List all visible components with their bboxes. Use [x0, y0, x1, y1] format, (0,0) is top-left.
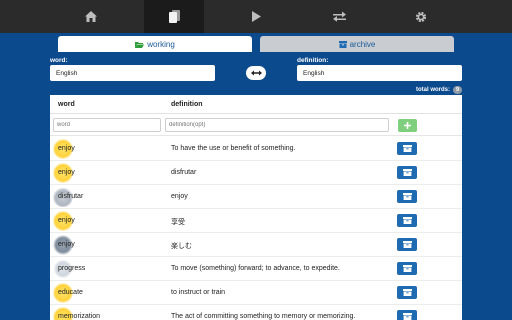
row-word: educate — [58, 289, 83, 296]
tab-working[interactable]: working — [58, 36, 252, 52]
tab-archive-label: archive — [349, 39, 376, 49]
archive-box-icon — [402, 145, 412, 152]
word-language-label: word: — [50, 57, 68, 64]
top-nav-bar — [0, 0, 512, 33]
nav-cards-button[interactable] — [144, 0, 204, 33]
tab-archive[interactable]: archive — [260, 36, 454, 52]
archive-word-button[interactable] — [397, 310, 417, 320]
archive-word-button[interactable] — [397, 190, 417, 203]
archive-word-button[interactable] — [397, 142, 417, 155]
row-word: enjoy — [58, 217, 75, 224]
row-word: enjoy — [58, 145, 75, 152]
row-word: enjoy — [58, 169, 75, 176]
archive-box-icon — [402, 265, 412, 272]
table-row[interactable]: enjoy To have the use or benefit of somet… — [50, 137, 462, 161]
nav-swap-button[interactable] — [309, 0, 369, 33]
folder-open-icon — [135, 41, 145, 48]
archive-box-icon — [402, 289, 412, 296]
play-icon — [251, 11, 261, 22]
swap-arrows-icon — [332, 11, 346, 22]
swap-horizontal-icon — [250, 70, 262, 76]
archive-box-icon — [402, 313, 412, 320]
cards-icon — [168, 10, 180, 23]
gear-icon — [415, 11, 427, 22]
word-table: word definition enjoy To have the use or … — [50, 95, 462, 320]
column-header-word: word — [58, 101, 75, 108]
table-row[interactable]: enjoy 楽しむ — [50, 233, 462, 257]
add-word-button[interactable] — [398, 119, 417, 132]
archive-word-button[interactable] — [397, 214, 417, 227]
table-row[interactable]: enjoy 享受 — [50, 209, 462, 233]
archive-word-button[interactable] — [397, 166, 417, 179]
table-header: word definition — [50, 95, 462, 114]
row-word: disfrutar — [58, 193, 84, 200]
total-words: total words: 9 — [416, 86, 462, 94]
archive-word-button[interactable] — [397, 238, 417, 251]
word-language-select[interactable]: English — [50, 65, 215, 81]
nav-play-button[interactable] — [226, 0, 286, 33]
total-words-label: total words: — [416, 87, 450, 93]
archive-box-icon — [338, 40, 347, 48]
new-word-input[interactable] — [53, 118, 161, 132]
total-words-count: 9 — [453, 86, 462, 94]
archive-word-button[interactable] — [397, 286, 417, 299]
row-word: memorization — [58, 313, 101, 320]
row-definition: to instruct or train — [171, 289, 226, 296]
archive-box-icon — [402, 169, 412, 176]
row-word: progress — [58, 265, 86, 272]
table-row[interactable]: enjoy disfrutar — [50, 161, 462, 185]
nav-settings-button[interactable] — [391, 0, 451, 33]
new-definition-input[interactable] — [165, 118, 389, 132]
table-row[interactable]: progress To move (something) forward; to … — [50, 257, 462, 281]
home-icon — [85, 11, 97, 22]
swap-languages-button[interactable] — [246, 66, 266, 80]
plus-icon — [404, 122, 411, 129]
nav-home-button[interactable] — [61, 0, 121, 33]
table-row[interactable]: educate to instruct or train — [50, 281, 462, 305]
row-word: enjoy — [58, 241, 75, 248]
row-definition: disfrutar — [171, 169, 197, 176]
table-row[interactable]: memorization The act of committing someth… — [50, 305, 462, 320]
row-definition: 楽しむ — [171, 243, 192, 250]
archive-box-icon — [402, 217, 412, 224]
table-row[interactable]: disfrutar enjoy — [50, 185, 462, 209]
column-header-definition: definition — [171, 101, 203, 108]
new-word-row — [50, 115, 462, 136]
definition-language-select[interactable]: English — [297, 65, 462, 81]
row-definition: To move (something) forward; to advance,… — [171, 265, 340, 272]
archive-word-button[interactable] — [397, 262, 417, 275]
archive-box-icon — [402, 241, 412, 248]
row-definition: The act of committing something to memor… — [171, 313, 356, 320]
row-definition: 享受 — [171, 219, 185, 226]
row-definition: To have the use or benefit of something. — [171, 145, 296, 152]
tab-working-label: working — [147, 39, 175, 49]
row-definition: enjoy — [171, 193, 188, 200]
definition-language-label: definition: — [297, 57, 329, 64]
archive-box-icon — [402, 193, 412, 200]
